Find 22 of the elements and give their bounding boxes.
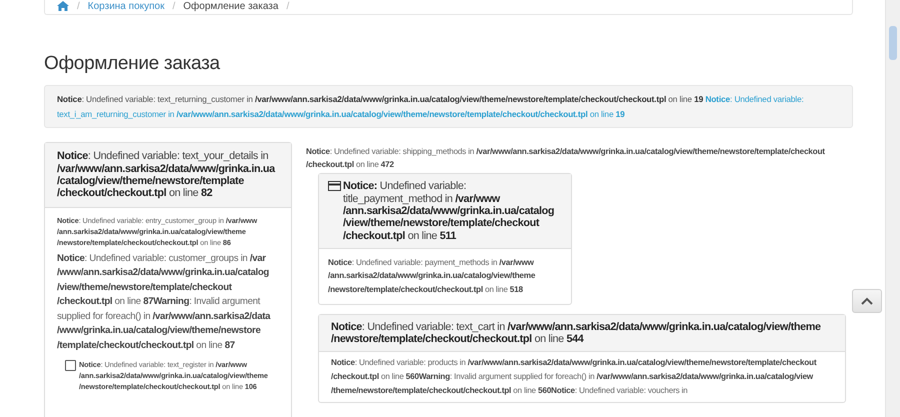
breadcrumb-current: Оформление заказа — [183, 0, 278, 12]
panel-heading: Notice: Undefined variable: title_payment_method in /var/www/ann.sarkisa2/data/www/grinka.in.ua/catalog/view/theme/newstore/template/checkout/checkout.tpl on line 511 — [343, 180, 556, 242]
panel-heading: Notice: Undefined variable: text_cart in /var/www/ann.sarkisa2/data/www/grinka.in.ua/catalog/view/theme/newstore/template/checkout/checkout.tpl on line 544 — [319, 314, 845, 352]
chevron-up-icon — [861, 297, 873, 305]
scrollbar[interactable] — [885, 0, 900, 417]
home-icon — [57, 1, 69, 11]
notice-text: Notice: Undefined variable: shipping_methods in /var/www/ann.sarkisa2/data/www/grinka.in.ua/catalog/view/theme/newstore/template/checkout/checkout.tpl on line 472 — [306, 146, 826, 172]
page-title: Оформление заказа — [44, 53, 221, 75]
breadcrumb-link[interactable]: Корзина покупок — [88, 0, 164, 12]
checkbox[interactable] — [65, 360, 76, 372]
breadcrumb-separator: / — [286, 0, 290, 12]
panel-heading: Notice: Undefined variable: text_your_details in /var/www/ann.sarkisa2/data/www/grinka.in.ua/catalog/view/theme/newstore/template/checkout/checkout.tpl on line 82 — [45, 143, 291, 208]
scrollbar-thumb[interactable] — [889, 26, 897, 60]
breadcrumb-separator: / — [77, 0, 80, 12]
home-link[interactable] — [57, 1, 69, 11]
breadcrumb-separator: / — [172, 0, 176, 12]
notice-text: Notice: Undefined variable: payment_methods in /var/www/ann.sarkisa2/data/www/grinka.in.ua/catalog/view/theme/newstore/template/checkout/checkout.tpl on line 518 — [328, 256, 536, 296]
scroll-top-button[interactable] — [852, 289, 882, 313]
notice-text: Notice: Undefined variable: text_returning_customer in /var/www/ann.sarkisa2/data/www/grinka.in.ua/catalog/view/theme/newstore/template/checkout/checkout.tpl on line 19 Notice: Undefined variable: text_i_am_returning_customer in /var/www/ann.sarkisa2/data/www/grinka.in.ua/catalog/view/theme/newstore/template/checkout/checkout.tpl on line 19 — [57, 93, 805, 121]
credit-card-icon — [328, 181, 341, 192]
notice-text: Notice: Undefined variable: customer_groups in /var/www/ann.sarkisa2/data/www/grinka.in.ua/catalog/view/theme/newstore/template/checkout/checkout.tpl on line 87Warning: Invalid argument supplied for foreach() in /var/www/ann.sarkisa2/data/www/grinka.in.ua/catalog/view/theme/newstore/template/checkout/checkout.tpl on line 87 — [57, 252, 272, 353]
notice-text: Notice: Undefined variable: products in /var/www/ann.sarkisa2/data/www/grinka.in.ua/catalog/view/theme/newstore/template/checkout/checkout.tpl on line 560Warning: Invalid argument supplied for foreach() in /var/www/ann.sarkisa2/data/www/grinka.in.ua/catalog/view/theme/newstore/template/checkout/checkout.tpl on line 560Notice: Undefined variable: vouchers in — [331, 357, 818, 397]
